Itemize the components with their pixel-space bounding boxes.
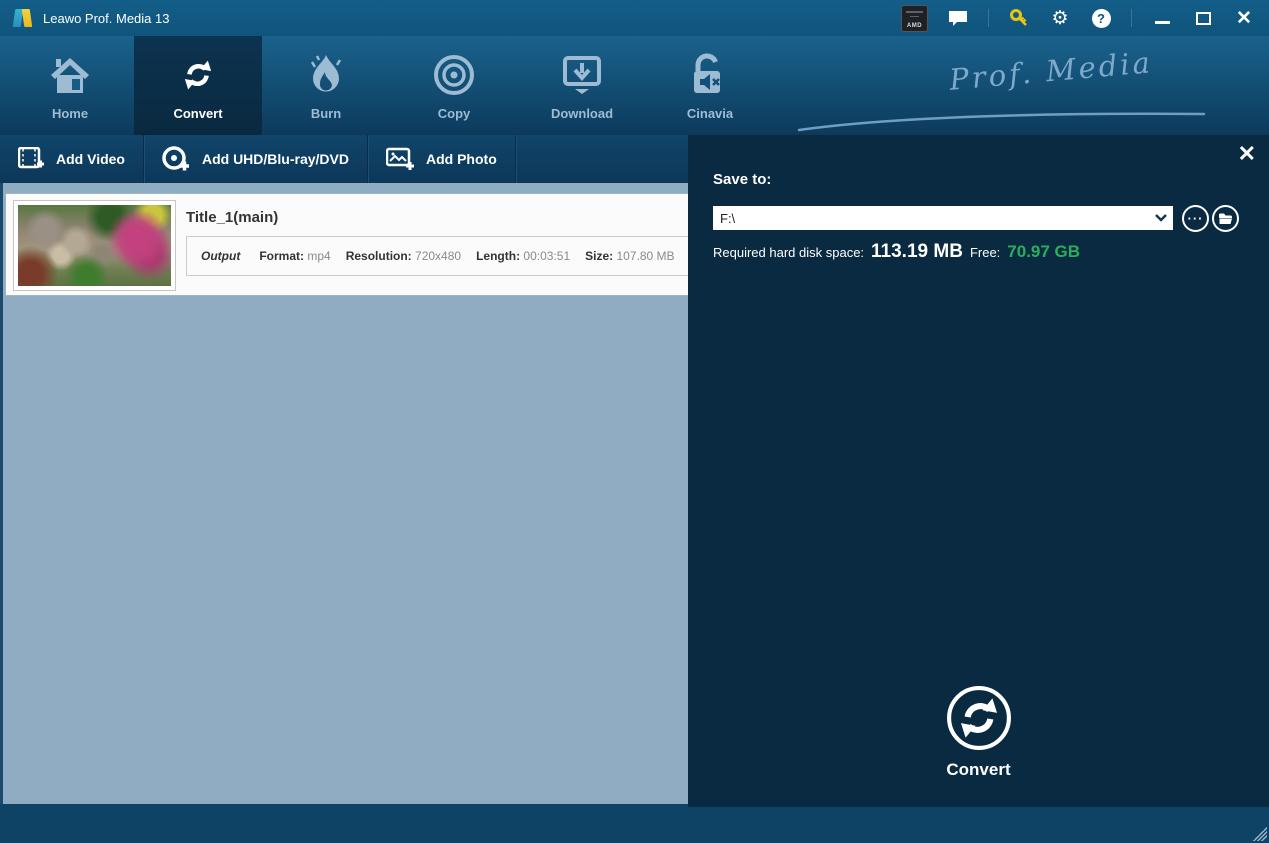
tab-label: Home [52,106,88,121]
browse-ellipsis-button[interactable]: ··· [1182,205,1209,232]
main-nav: Home Convert Burn Copy [0,36,1269,135]
toolbar-separator [515,135,516,183]
burn-flame-icon [306,52,346,98]
window-title: Leawo Prof. Media 13 [43,11,169,26]
app-window: Leawo Prof. Media 13 AMD ⚙ ? ✕ [0,0,1269,843]
brand-script-text: Prof. Media [948,45,1154,97]
titlebar: Leawo Prof. Media 13 AMD ⚙ ? ✕ [0,0,1269,36]
tab-cinavia[interactable]: Cinavia [646,36,774,135]
save-to-label: Save to: [713,171,771,188]
required-space-value: 113.19 MB [871,241,963,263]
toolbar-button-label: Add Photo [426,151,497,167]
format-field: Format: mp4 [259,249,330,263]
disk-space-info: Required hard disk space: 113.19 MB Free… [713,241,1080,263]
size-field: Size: 107.80 MB [585,249,674,263]
home-icon [48,52,92,98]
help-icon[interactable]: ? [1090,7,1112,29]
cinavia-lock-icon [690,52,730,98]
brand-logo: Prof. Media [779,54,1209,129]
download-icon [561,52,603,98]
add-video-icon [18,147,44,171]
tab-label: Cinavia [687,106,733,121]
video-title: Title_1(main) [186,209,278,226]
save-path-combobox[interactable] [713,206,1173,230]
tab-burn[interactable]: Burn [262,36,390,135]
convert-icon [177,52,219,98]
tab-label: Convert [173,106,222,121]
video-thumbnail [13,200,176,291]
titlebar-separator [1131,9,1132,27]
leawo-logo-icon [12,8,34,28]
tab-download[interactable]: Download [518,36,646,135]
settings-gear-icon[interactable]: ⚙ [1049,7,1071,29]
length-field: Length: 00:03:51 [476,249,570,263]
convert-circle-icon [946,685,1012,751]
titlebar-separator [988,9,989,27]
feedback-chat-icon[interactable] [947,7,969,29]
maximize-button[interactable] [1192,7,1214,29]
output-info-box: Output Format: mp4 Resolution: 720x480 L… [186,236,734,276]
toolbar: Add Video Add UHD/Blu-ray/DVD Add Photo [0,135,688,183]
free-space-label: Free: [970,245,1000,260]
resize-grip[interactable] [1253,827,1267,841]
close-button[interactable]: ✕ [1233,7,1255,29]
register-key-icon[interactable] [1008,7,1030,29]
tab-convert[interactable]: Convert [134,36,262,135]
open-folder-button[interactable] [1212,205,1239,232]
toolbar-button-label: Add UHD/Blu-ray/DVD [202,151,349,167]
folder-icon [1218,212,1233,225]
save-path-input[interactable] [713,211,1149,226]
convert-button[interactable]: Convert [688,685,1269,780]
tab-home[interactable]: Home [6,36,134,135]
copy-disc-icon [433,52,475,98]
output-label: Output [201,249,240,263]
toolbar-button-label: Add Video [56,151,125,167]
amd-overlay-icon[interactable]: AMD [901,5,928,32]
brand-swoosh [789,106,1209,132]
chevron-down-icon[interactable] [1149,214,1173,222]
add-disc-icon [162,146,190,172]
tab-copy[interactable]: Copy [390,36,518,135]
panel-close-icon[interactable]: ✕ [1238,143,1256,165]
tab-label: Copy [438,106,471,121]
statusbar [0,804,1269,843]
convert-settings-panel: ✕ Save to: ··· Required hard disk space:… [688,135,1269,807]
add-video-button[interactable]: Add Video [0,135,143,183]
resolution-field: Resolution: 720x480 [346,249,461,263]
add-disc-button[interactable]: Add UHD/Blu-ray/DVD [144,135,367,183]
convert-button-label: Convert [946,760,1010,780]
tab-label: Download [551,106,613,121]
file-list-item[interactable]: Title_1(main) Output Format: mp4 Resolut… [5,193,745,296]
minimize-button[interactable] [1151,7,1173,29]
required-space-label: Required hard disk space: [713,245,864,260]
free-space-value: 70.97 GB [1007,242,1080,262]
add-photo-button[interactable]: Add Photo [368,135,515,183]
add-photo-icon [386,147,414,171]
tab-label: Burn [311,106,341,121]
